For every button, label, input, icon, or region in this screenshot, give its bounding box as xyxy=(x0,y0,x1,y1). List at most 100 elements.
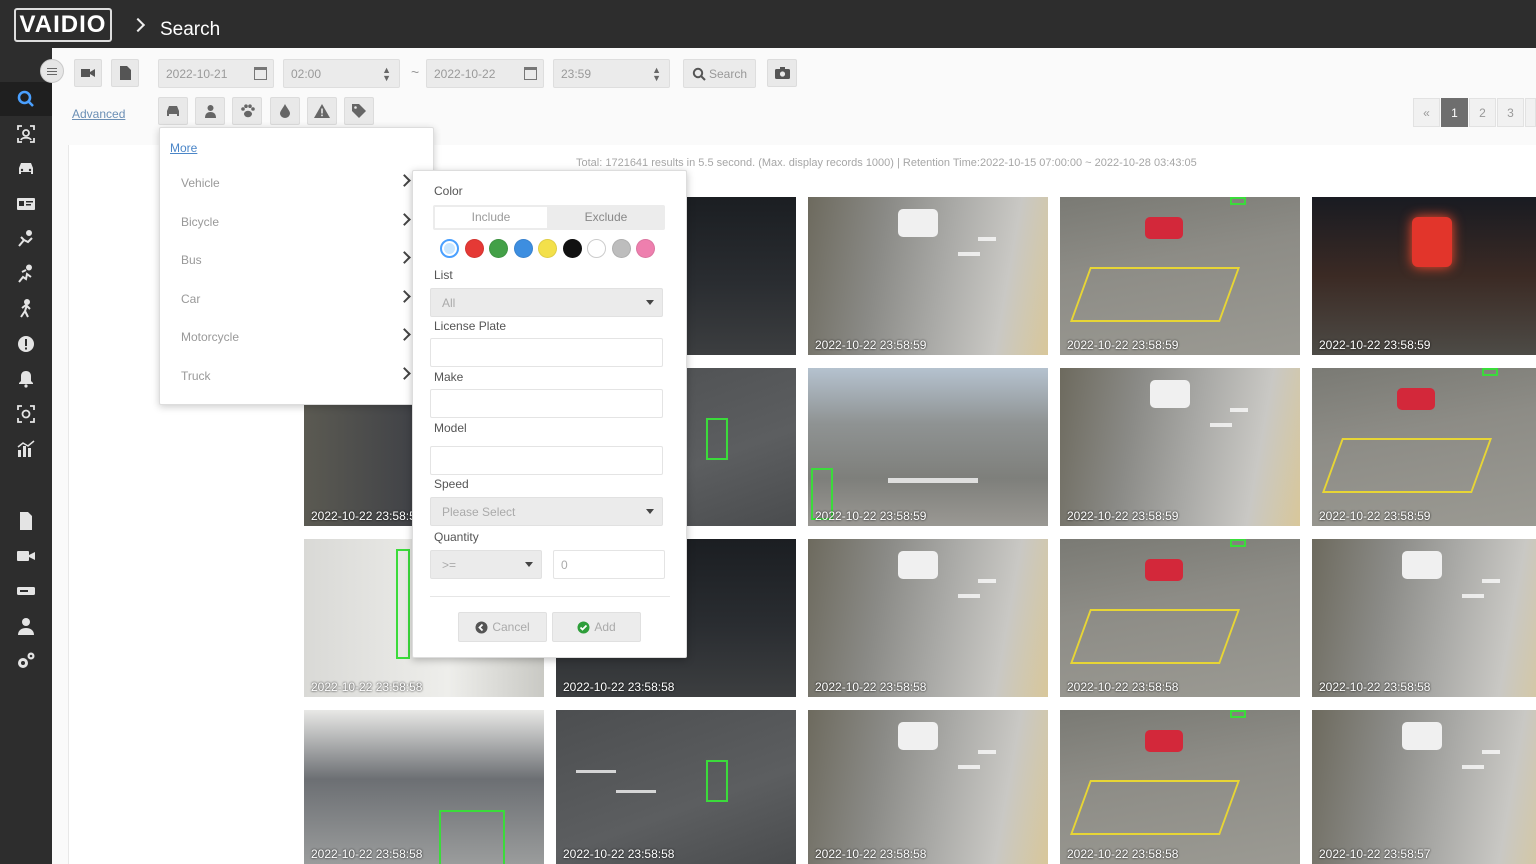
start-time-input[interactable]: 02:00 ▲ ▼ xyxy=(283,59,400,88)
start-date-input[interactable]: 2022-10-21 xyxy=(158,59,274,88)
quantity-operator-select[interactable]: >= xyxy=(430,550,542,579)
color-swatch[interactable] xyxy=(562,239,582,258)
menu-toggle-button[interactable] xyxy=(40,59,64,83)
vehicle-filter-button[interactable] xyxy=(158,97,188,125)
menu-item-vehicle[interactable]: Vehicle xyxy=(160,164,415,202)
settings-icon[interactable] xyxy=(0,644,52,678)
list-select[interactable]: All xyxy=(430,288,663,317)
exclude-option[interactable]: Exclude xyxy=(549,207,663,228)
end-time-value: 23:59 xyxy=(561,67,592,81)
road-marking xyxy=(978,750,996,754)
top-bar: VAIDIO Search xyxy=(0,0,1536,48)
vehicle-shape xyxy=(1150,380,1190,408)
include-option[interactable]: Include xyxy=(435,207,547,228)
color-swatch[interactable] xyxy=(538,239,557,258)
search-button[interactable]: Search xyxy=(683,59,756,88)
speed-select[interactable]: Please Select xyxy=(430,497,663,526)
result-thumbnail[interactable]: 2022-10-22 23:58:58 xyxy=(1060,710,1300,864)
search-icon[interactable] xyxy=(0,82,52,116)
license-plate-label: License Plate xyxy=(434,319,507,333)
result-thumbnail[interactable]: 2022-10-22 23:58:58 xyxy=(1312,539,1536,697)
animal-filter-button[interactable] xyxy=(232,97,262,125)
add-button[interactable]: Add xyxy=(552,612,641,642)
end-time-input[interactable]: 23:59 ▲ ▼ xyxy=(553,59,670,88)
paw-icon xyxy=(240,104,255,118)
document-icon xyxy=(120,66,131,80)
result-thumbnail[interactable]: 2022-10-22 23:58:59 xyxy=(1312,197,1536,355)
license-plate-input[interactable] xyxy=(430,338,663,367)
snapshot-button[interactable] xyxy=(767,59,797,87)
object-type-menu: More Vehicle Bicycle Bus Car Motorcycle … xyxy=(159,127,434,405)
user-icon[interactable] xyxy=(0,609,52,643)
end-date-input[interactable]: 2022-10-22 xyxy=(426,59,544,88)
person-filter-button[interactable] xyxy=(195,97,225,125)
tag-filter-button[interactable] xyxy=(344,97,374,125)
road-marking xyxy=(1482,579,1500,583)
more-link[interactable]: More xyxy=(170,141,197,155)
color-swatch[interactable] xyxy=(464,239,484,258)
color-swatch[interactable] xyxy=(636,239,655,258)
spinner-icon[interactable]: ▲ ▼ xyxy=(652,66,661,83)
result-thumbnail[interactable]: 2022-10-22 23:58:57 xyxy=(1312,710,1536,864)
result-thumbnail[interactable]: 2022-10-22 23:58:59 xyxy=(1312,368,1536,526)
vaidio-logo[interactable]: VAIDIO xyxy=(14,8,112,42)
page-1-button[interactable]: 1 xyxy=(1441,98,1468,127)
server-icon[interactable] xyxy=(0,574,52,608)
result-thumbnail[interactable]: 2022-10-22 23:58:59 xyxy=(808,197,1048,355)
spinner-icon[interactable]: ▲ ▼ xyxy=(382,66,391,83)
menu-item-car[interactable]: Car xyxy=(160,280,415,318)
document-icon[interactable] xyxy=(0,504,52,538)
result-thumbnail[interactable]: 2022-10-22 23:58:59 xyxy=(1060,368,1300,526)
road-marking xyxy=(1069,609,1241,664)
id-card-icon[interactable] xyxy=(0,187,52,221)
running-person-icon[interactable] xyxy=(0,257,52,291)
advanced-link[interactable]: Advanced xyxy=(72,107,125,121)
file-source-button[interactable] xyxy=(111,59,139,87)
result-thumbnail[interactable]: 2022-10-22 23:58:59 xyxy=(808,368,1048,526)
result-thumbnail[interactable]: 2022-10-22 23:58:58 xyxy=(808,539,1048,697)
color-swatch[interactable] xyxy=(489,239,508,258)
hazard-filter-button[interactable] xyxy=(307,97,337,125)
video-source-button[interactable] xyxy=(74,59,102,87)
color-swatch[interactable] xyxy=(587,239,606,258)
end-date-value: 2022-10-22 xyxy=(434,67,496,81)
calendar-icon[interactable] xyxy=(254,67,267,80)
vehicle-shape xyxy=(1145,217,1183,239)
road-marking xyxy=(1069,267,1241,322)
model-input[interactable] xyxy=(430,446,663,475)
liquid-filter-button[interactable] xyxy=(270,97,300,125)
menu-item-bicycle[interactable]: Bicycle xyxy=(160,203,415,241)
result-thumbnail[interactable]: 2022-10-22 23:58:59 xyxy=(1060,197,1300,355)
chart-icon[interactable] xyxy=(0,432,52,466)
color-swatch[interactable] xyxy=(440,239,459,258)
walking-person-icon[interactable] xyxy=(0,292,52,326)
face-scan-icon[interactable] xyxy=(0,117,52,151)
quantity-input[interactable]: 0 xyxy=(553,550,665,579)
calendar-icon[interactable] xyxy=(524,67,537,80)
car-icon[interactable] xyxy=(0,152,52,186)
page-next-button[interactable] xyxy=(1525,98,1536,127)
video-icon[interactable] xyxy=(0,539,52,573)
result-thumbnail[interactable]: 2022-10-22 23:58:58 xyxy=(556,710,796,864)
road-marking xyxy=(958,765,980,769)
make-input[interactable] xyxy=(430,389,663,418)
camera-scan-icon[interactable] xyxy=(0,397,52,431)
page-3-button[interactable]: 3 xyxy=(1497,98,1524,127)
result-thumbnail[interactable]: 2022-10-22 23:58:58 xyxy=(304,710,544,864)
menu-item-truck[interactable]: Truck xyxy=(160,357,415,395)
page-2-button[interactable]: 2 xyxy=(1469,98,1496,127)
menu-item-bus[interactable]: Bus xyxy=(160,241,415,279)
result-thumbnail[interactable]: 2022-10-22 23:58:58 xyxy=(1060,539,1300,697)
cancel-button[interactable]: Cancel xyxy=(458,612,547,642)
color-swatch[interactable] xyxy=(611,239,631,258)
fall-person-icon[interactable] xyxy=(0,222,52,256)
vehicle-shape xyxy=(898,551,938,579)
alert-icon[interactable] xyxy=(0,327,52,361)
bell-icon[interactable] xyxy=(0,362,52,396)
menu-item-motorcycle[interactable]: Motorcycle xyxy=(160,318,415,356)
color-swatch[interactable] xyxy=(513,239,533,258)
page-prev-button[interactable]: « xyxy=(1413,98,1440,127)
vehicle-shape xyxy=(1145,559,1183,581)
search-button-label: Search xyxy=(708,66,748,81)
result-thumbnail[interactable]: 2022-10-22 23:58:58 xyxy=(808,710,1048,864)
